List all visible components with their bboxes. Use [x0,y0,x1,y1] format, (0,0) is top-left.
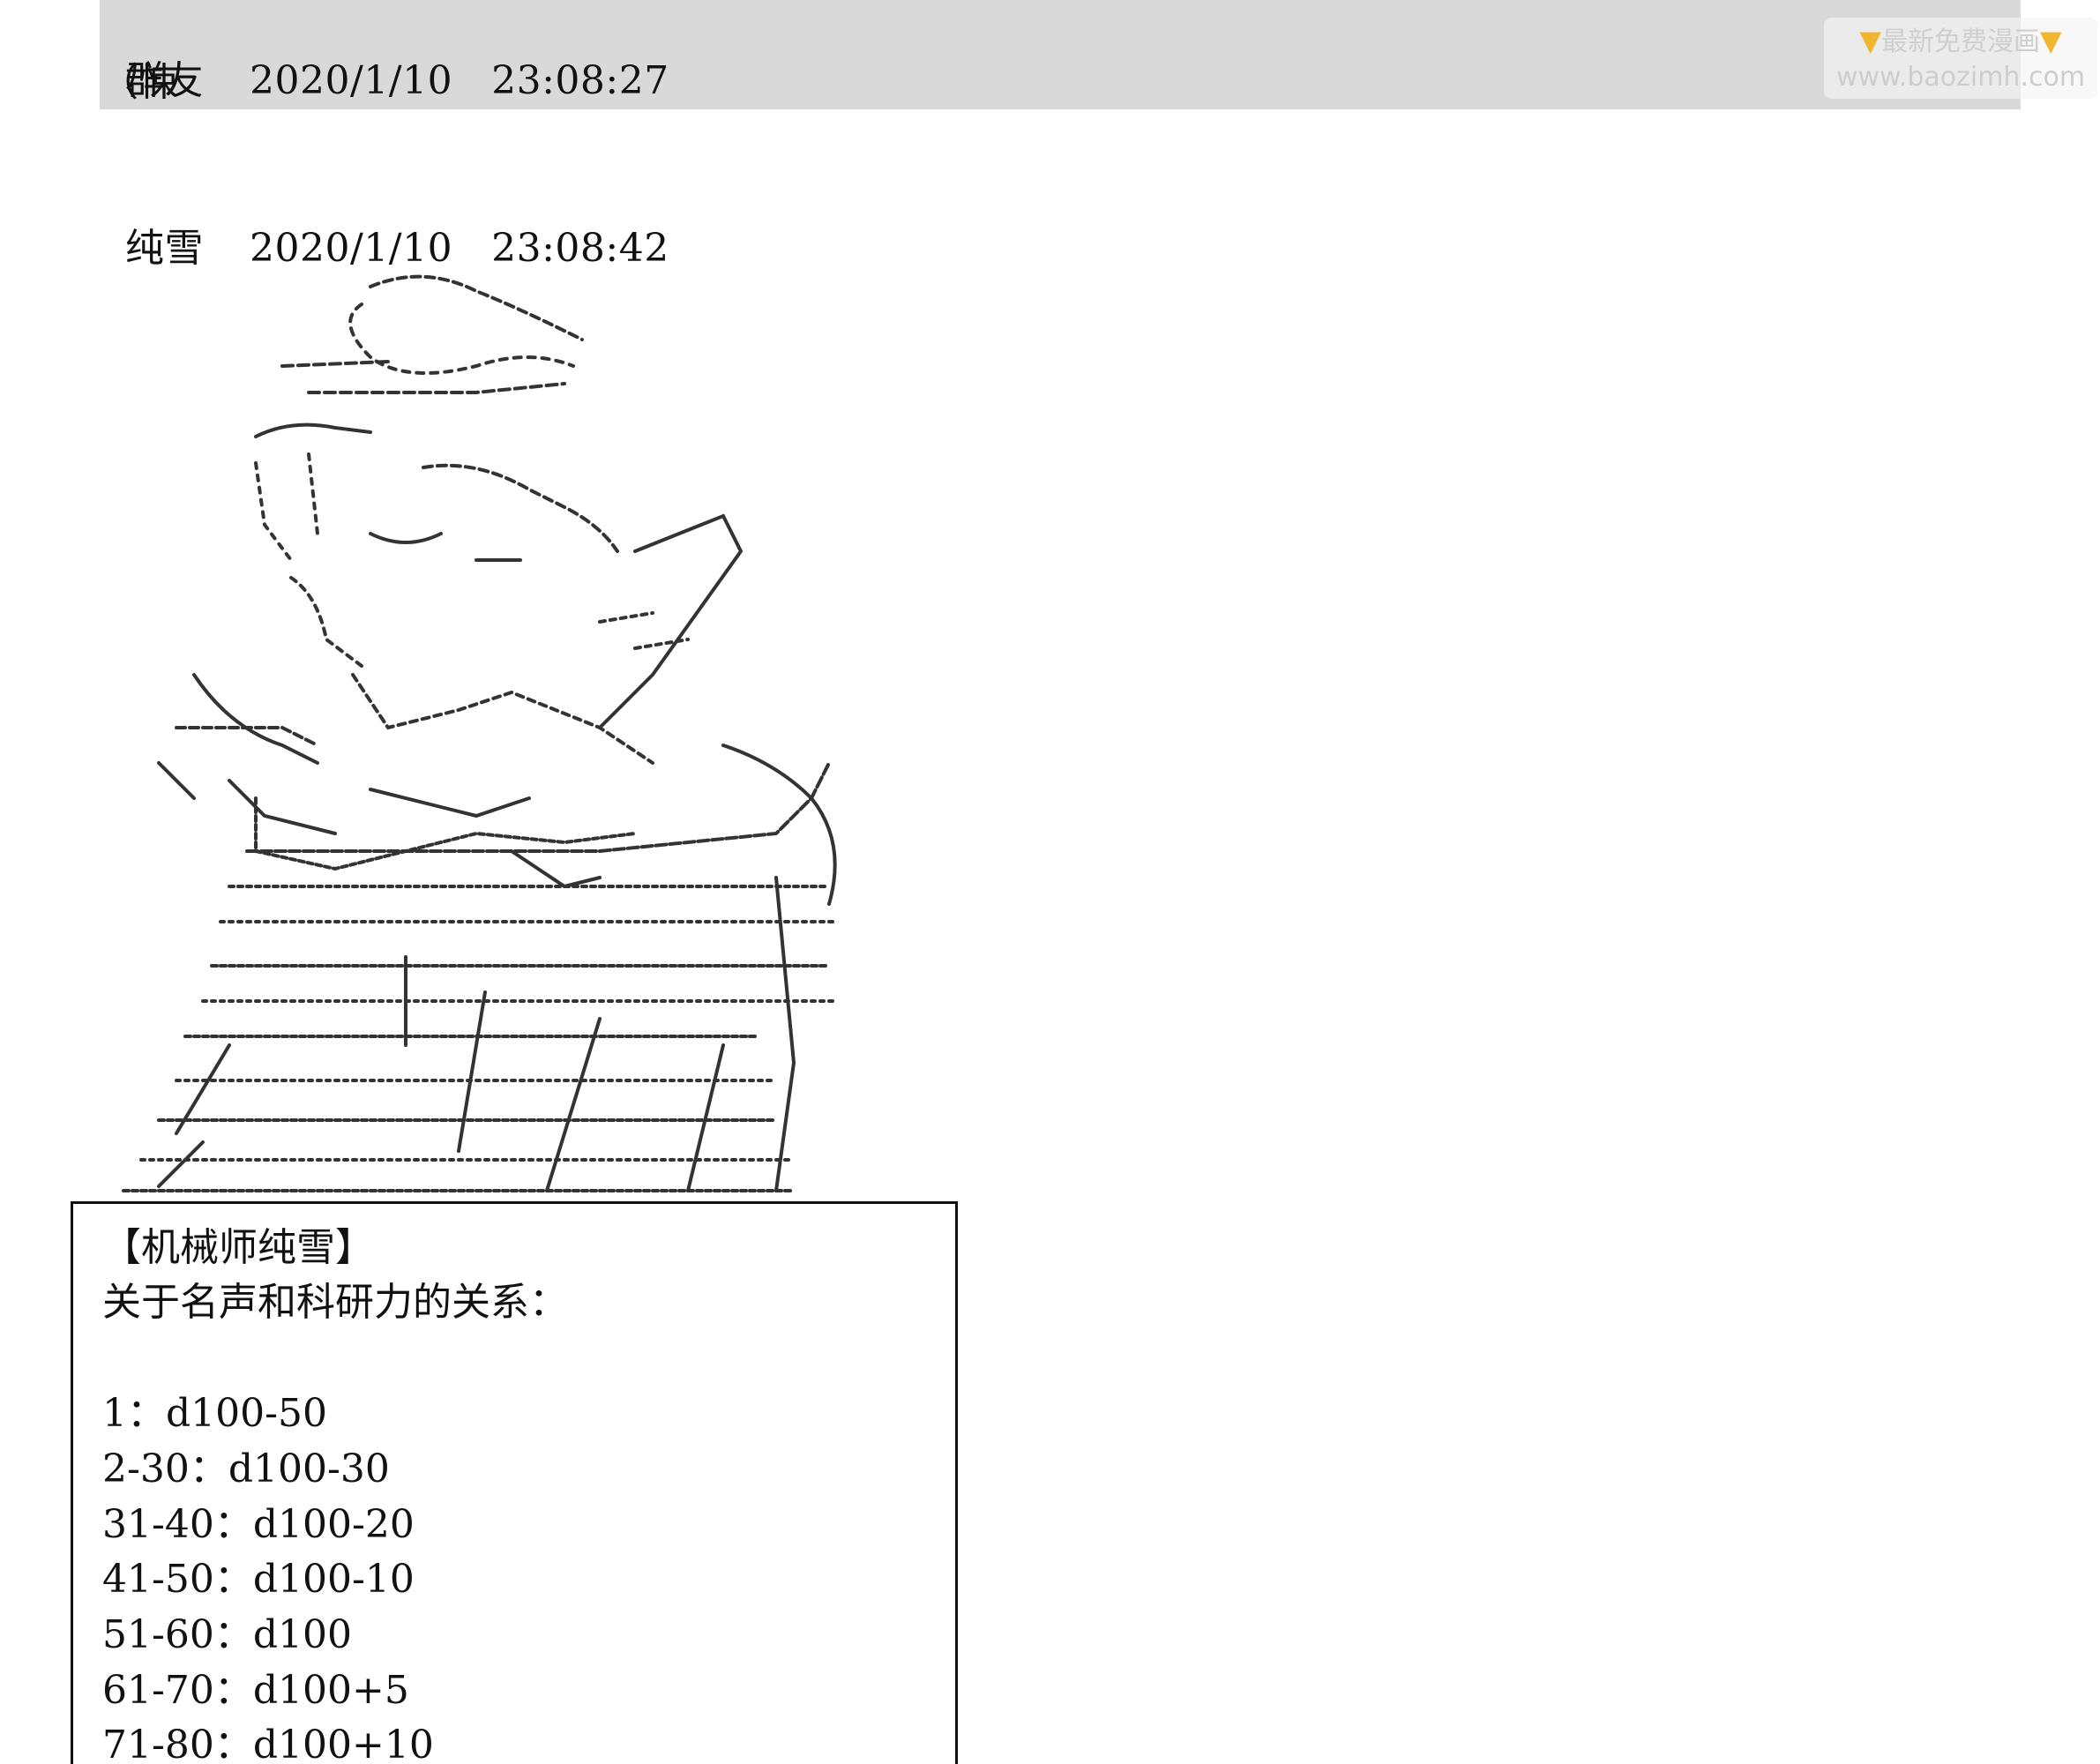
watermark-url: www.baozimh.com [1835,62,2086,93]
pointing-down-hand-icon: ▼ [1859,24,1881,57]
watermark: ▼最新免费漫画▼ www.baozimh.com [1824,18,2097,99]
rule-line: 2-30：d100-30 [102,1446,390,1491]
ascii-art-figure [106,269,882,1195]
rule-line: 41-50：d100-10 [102,1557,415,1602]
message-date: 2020/1/10 [249,226,453,271]
box-title: 【机械师纯雪】 [102,1225,374,1270]
message-author: 纯雪 [124,226,204,271]
ascii-art-drawing [122,274,840,1192]
box-subtitle: 关于名声和科研力的关系： [102,1280,568,1325]
watermark-line1: 最新免费漫画 [1881,26,2040,57]
pointing-down-hand-icon: ▼ [2040,24,2062,57]
message-date: 2020/1/10 [249,58,453,103]
message-text-1: （悚 [100,60,178,105]
character-info-box: 【机械师纯雪】 关于名声和科研力的关系： 1：d100-50 2-30：d100… [71,1201,958,1764]
rule-line: 1：d100-50 [102,1391,327,1436]
message-time: 23:08:42 [491,226,669,271]
message-time: 23:08:27 [491,58,669,103]
rule-line: 61-70：d100+5 [102,1668,409,1713]
rule-line: 71-80：d100+10 [102,1723,434,1764]
message-header-1: 群友 2020/1/10 23:08:27 [100,2,669,108]
message-header-2: 纯雪 2020/1/10 23:08:42 [100,169,669,275]
rule-line: 31-40：d100-20 [102,1502,415,1547]
rule-line: 51-60：d100 [102,1612,352,1657]
watermark-title: ▼最新免费漫画▼ [1824,21,2097,62]
